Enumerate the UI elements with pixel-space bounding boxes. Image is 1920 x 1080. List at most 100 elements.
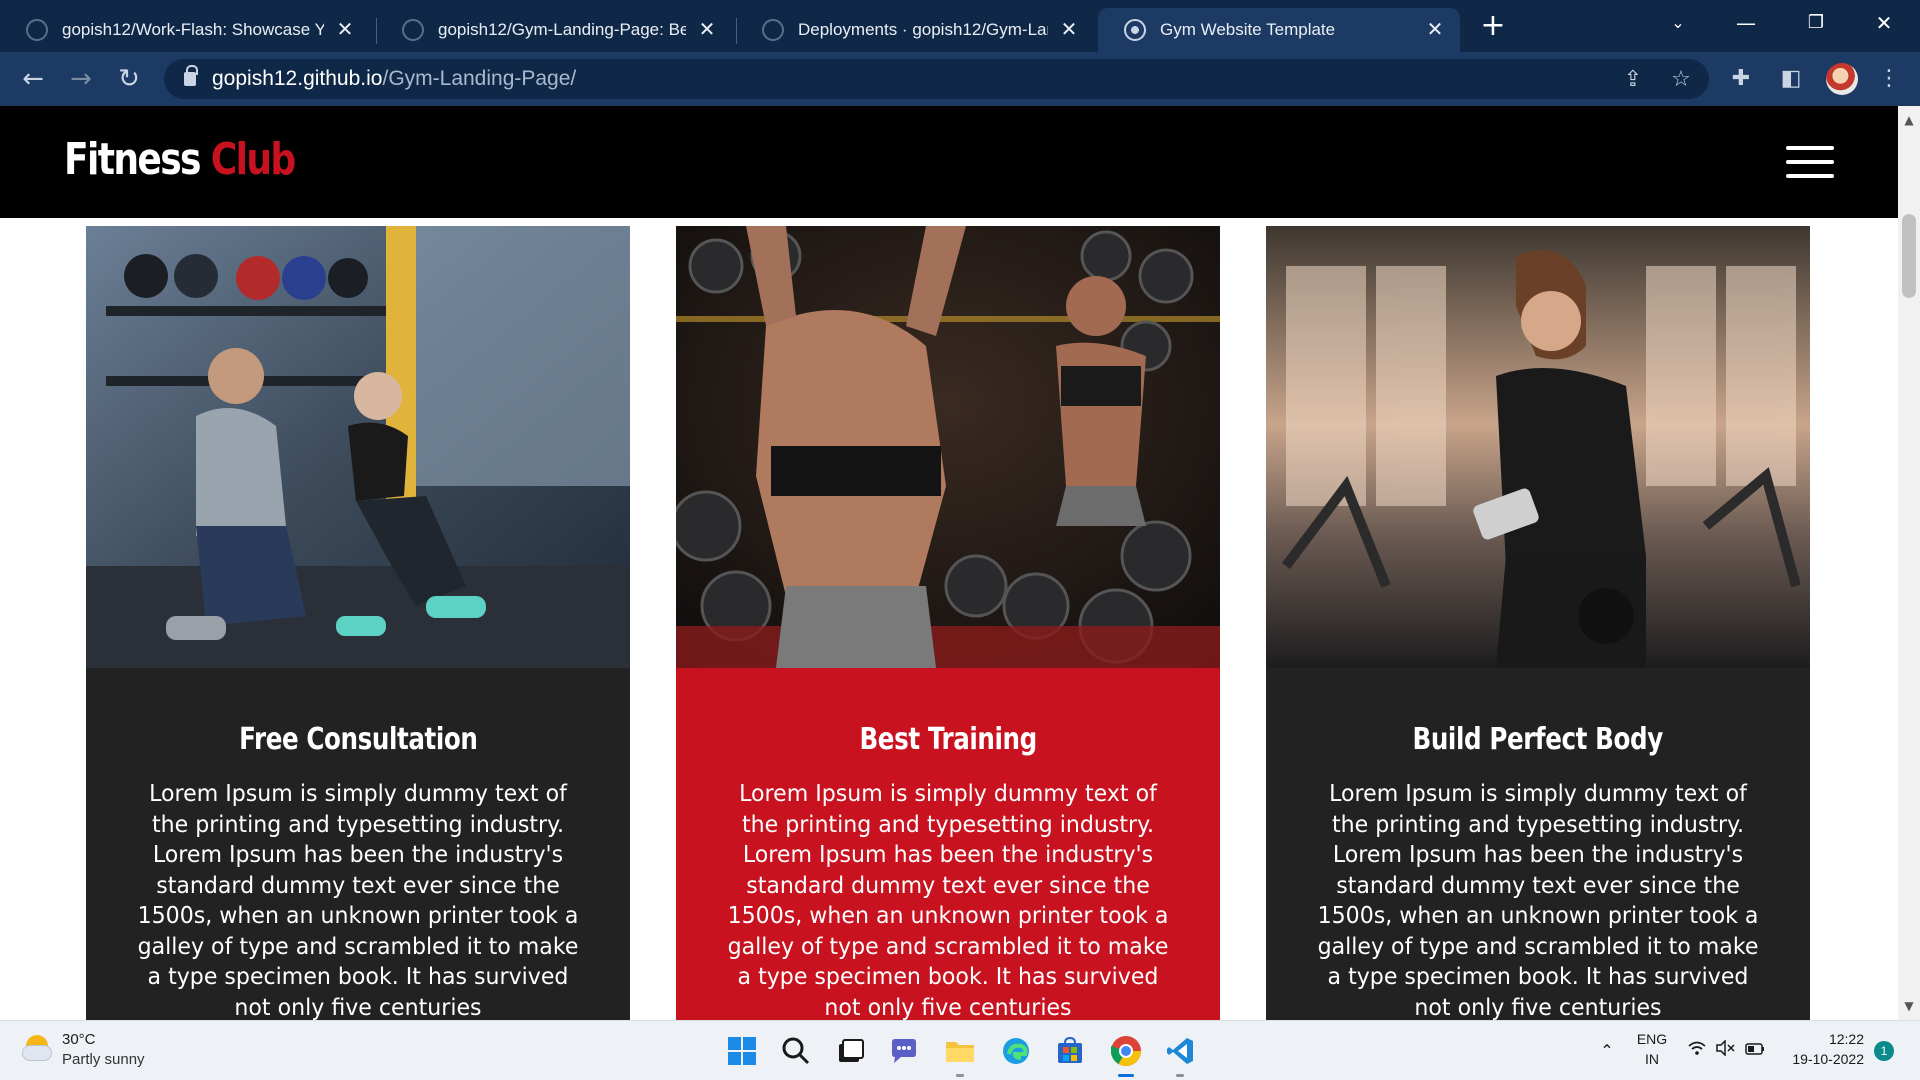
card-text: Lorem Ipsum is simply dummy text of the … (1317, 781, 1759, 1020)
forward-icon[interactable]: → (64, 62, 98, 96)
chrome-button[interactable] (1106, 1031, 1146, 1077)
profile-avatar[interactable] (1826, 63, 1858, 95)
card-body: Best Training Lorem Ipsum is simply dumm… (676, 668, 1220, 1020)
github-icon (762, 19, 784, 41)
edge-icon (1003, 1038, 1029, 1064)
vscode-button[interactable] (1160, 1031, 1200, 1077)
body-photo (1266, 226, 1810, 668)
gym-trainer-image (86, 226, 630, 668)
clock-date[interactable]: 19-10-2022 (1774, 1051, 1864, 1067)
battery-icon[interactable] (1744, 1040, 1766, 1062)
close-tab-icon[interactable]: ✕ (696, 19, 718, 41)
windows-start-icon (728, 1037, 756, 1065)
url-host: gopish12.github.io (212, 67, 383, 90)
browser-tab-strip: gopish12/Work-Flash: Showcase Your ✕ gop… (0, 0, 1920, 52)
service-card-featured: Best Training Lorem Ipsum is simply dumm… (676, 226, 1220, 1020)
folder-icon (946, 1042, 974, 1062)
running-indicator (1176, 1074, 1184, 1077)
page-viewport: Fitness Club Free Consultation Lorem Ips… (0, 106, 1920, 1020)
close-tab-icon[interactable]: ✕ (334, 19, 356, 41)
search-button[interactable] (776, 1031, 816, 1071)
wifi-icon[interactable] (1686, 1040, 1708, 1062)
weather-temperature[interactable]: 30°C (62, 1031, 96, 1048)
gym-mirror-image (676, 226, 1220, 668)
scroll-up-icon[interactable]: ▲ (1898, 110, 1920, 130)
card-title: Build Perfect Body (1412, 722, 1664, 757)
start-button[interactable] (722, 1031, 762, 1071)
browser-tab[interactable]: gopish12/Gym-Landing-Page: Beautiful ✕ (376, 8, 732, 52)
brand-accent: Club (210, 134, 296, 185)
hamburger-bar (1786, 174, 1834, 178)
task-view-button[interactable] (830, 1031, 870, 1071)
browser-tab-active[interactable]: Gym Website Template ✕ (1098, 8, 1460, 52)
input-language[interactable]: ENG (1632, 1031, 1672, 1047)
new-tab-button[interactable]: + (1478, 11, 1508, 42)
service-card: Build Perfect Body Lorem Ipsum is simply… (1266, 226, 1810, 1020)
share-icon[interactable]: ⇪ (1620, 67, 1646, 93)
tab-title: Gym Website Template (1160, 20, 1336, 39)
gym-phone-woman-image (1266, 226, 1810, 668)
card-title: Free Consultation (238, 722, 478, 757)
hamburger-bar (1786, 160, 1834, 164)
extensions-icon[interactable]: ✚ (1726, 64, 1756, 94)
close-tab-icon[interactable]: ✕ (1058, 19, 1080, 41)
globe-icon (1124, 19, 1146, 41)
card-text: Lorem Ipsum is simply dummy text of the … (137, 781, 579, 1020)
page-scrollbar[interactable]: ▲ ▼ (1898, 106, 1920, 1020)
back-icon[interactable]: ← (16, 62, 50, 96)
task-view-icon (839, 1039, 864, 1062)
url-text[interactable]: gopish12.github.io/Gym-Landing-Page/ (212, 67, 576, 91)
hamburger-menu-icon[interactable] (1786, 146, 1834, 178)
chrome-icon (1111, 1036, 1141, 1067)
chevron-up-icon[interactable]: ⌃ (1596, 1040, 1618, 1062)
bookmark-star-icon[interactable]: ☆ (1668, 67, 1694, 93)
side-panel-icon[interactable]: ◧ (1776, 64, 1806, 94)
file-explorer-button[interactable] (940, 1031, 980, 1077)
menu-kebab-icon[interactable]: ⋮ (1874, 64, 1904, 94)
browser-toolbar: ← → ↻ gopish12.github.io/Gym-Landing-Pag… (0, 52, 1920, 106)
running-indicator (956, 1074, 964, 1077)
brand-main: Fitness (64, 134, 202, 185)
scroll-down-icon[interactable]: ▼ (1898, 996, 1920, 1016)
store-icon (1058, 1036, 1082, 1063)
tab-title: gopish12/Work-Flash: Showcase Your (62, 20, 324, 39)
restore-button[interactable]: ❐ (1788, 6, 1844, 40)
github-icon (402, 19, 424, 41)
store-button[interactable] (1050, 1031, 1090, 1071)
consultation-photo (86, 226, 630, 668)
clock-time[interactable]: 12:22 (1784, 1031, 1864, 1047)
battery-glyph (1745, 1043, 1764, 1055)
scrollbar-thumb[interactable] (1902, 214, 1916, 298)
site-header: Fitness Club (0, 106, 1898, 218)
teams-chat-button[interactable] (884, 1031, 924, 1071)
speaker-glyph (1716, 1039, 1735, 1057)
cloud-icon (22, 1045, 52, 1061)
search-icon (782, 1037, 810, 1065)
input-region[interactable]: IN (1632, 1051, 1672, 1067)
notification-badge[interactable]: 1 (1874, 1041, 1894, 1061)
url-path: /Gym-Landing-Page/ (382, 67, 577, 90)
hamburger-bar (1786, 146, 1834, 150)
speaker-muted-icon[interactable] (1714, 1039, 1736, 1062)
chat-icon (892, 1039, 916, 1063)
card-body: Build Perfect Body Lorem Ipsum is simply… (1266, 668, 1810, 1020)
vscode-icon (1167, 1038, 1193, 1064)
weather-condition[interactable]: Partly sunny (62, 1051, 145, 1068)
tab-search-icon[interactable]: ⌄ (1650, 6, 1706, 40)
card-body: Free Consultation Lorem Ipsum is simply … (86, 668, 630, 1020)
browser-tab[interactable]: gopish12/Work-Flash: Showcase Your ✕ (0, 8, 370, 52)
address-bar[interactable]: gopish12.github.io/Gym-Landing-Page/ ⇪ ☆ (164, 59, 1709, 99)
lock-icon (184, 65, 198, 86)
site-logo[interactable]: Fitness Club (64, 134, 296, 185)
close-window-button[interactable]: ✕ (1856, 6, 1912, 40)
reload-icon[interactable]: ↻ (112, 62, 146, 96)
taskbar: 30°C Partly sunny ⌃ ENG IN 12:22 19-10-2… (0, 1020, 1920, 1080)
training-photo (676, 226, 1220, 668)
edge-button[interactable] (996, 1031, 1036, 1071)
card-text: Lorem Ipsum is simply dummy text of the … (727, 781, 1169, 1020)
weather-icon[interactable] (22, 1035, 52, 1063)
github-icon (26, 19, 48, 41)
close-tab-icon[interactable]: ✕ (1424, 19, 1446, 41)
browser-tab[interactable]: Deployments · gopish12/Gym-Landing ✕ (736, 8, 1094, 52)
minimize-button[interactable]: — (1718, 6, 1774, 40)
